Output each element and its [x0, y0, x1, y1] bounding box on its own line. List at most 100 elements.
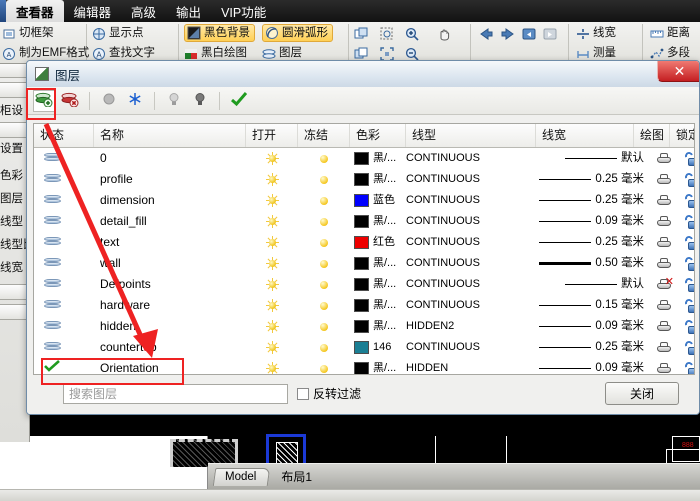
- cell-lock[interactable]: [678, 253, 695, 274]
- column-header-0[interactable]: 状态: [34, 124, 94, 147]
- printer-icon[interactable]: [657, 153, 671, 165]
- cell-plot[interactable]: ✕: [650, 274, 678, 295]
- sun-thaw-icon[interactable]: [318, 299, 331, 312]
- cell-freeze[interactable]: [298, 148, 350, 169]
- cell-plot[interactable]: [650, 316, 678, 337]
- printer-icon[interactable]: [657, 321, 671, 333]
- cell-on[interactable]: [246, 316, 298, 337]
- ribbon-button-pan-hand[interactable]: [437, 24, 451, 43]
- menu-item-1[interactable]: 编辑器: [64, 0, 122, 22]
- cell-lock[interactable]: [678, 358, 695, 375]
- sun-thaw-icon[interactable]: [318, 173, 331, 186]
- cell-linetype[interactable]: CONTINUOUS: [406, 295, 536, 316]
- cell-lineweight[interactable]: 0.25 毫米: [536, 337, 648, 358]
- table-row[interactable]: hidden黑/...HIDDEN20.09 毫米: [34, 316, 695, 337]
- cell-plot[interactable]: [650, 211, 678, 232]
- lock-open-icon[interactable]: [684, 299, 695, 313]
- lock-open-icon[interactable]: [684, 236, 695, 250]
- cell-on[interactable]: [246, 190, 298, 211]
- cell-plot[interactable]: [650, 148, 678, 169]
- cell-freeze[interactable]: [298, 169, 350, 190]
- ribbon-button-lineweight[interactable]: 线宽: [576, 24, 616, 43]
- cell-lineweight[interactable]: 0.25 毫米: [536, 232, 648, 253]
- cell-status[interactable]: [44, 295, 94, 316]
- lock-open-icon[interactable]: [684, 152, 695, 166]
- ribbon-button-arrow-left[interactable]: [478, 24, 492, 43]
- menu-item-4[interactable]: VIP功能: [211, 0, 276, 22]
- cell-color[interactable]: 蓝色: [350, 190, 406, 211]
- table-row[interactable]: 0黑/...CONTINUOUS默认: [34, 148, 695, 169]
- printer-icon[interactable]: [657, 195, 671, 207]
- sun-thaw-icon[interactable]: [318, 257, 331, 270]
- off-all-button[interactable]: [163, 90, 185, 112]
- cell-status[interactable]: [44, 211, 94, 232]
- ribbon-button-arrow-right[interactable]: [500, 24, 514, 43]
- invert-filter-checkbox[interactable]: [297, 388, 309, 400]
- tab-layout1[interactable]: 布局1: [281, 468, 312, 485]
- ribbon-button-smooth-arc[interactable]: 圆滑弧形: [262, 24, 333, 42]
- cell-lock[interactable]: [678, 190, 695, 211]
- cell-freeze[interactable]: [298, 253, 350, 274]
- bulb-on-icon[interactable]: [266, 236, 279, 249]
- printer-icon[interactable]: [657, 237, 671, 249]
- table-row[interactable]: wall黑/...CONTINUOUS0.50 毫米: [34, 253, 695, 274]
- cell-layer-name[interactable]: Orientation: [94, 358, 246, 375]
- printer-icon[interactable]: [657, 174, 671, 186]
- ribbon-button-window-copy[interactable]: [354, 24, 368, 43]
- cell-layer-name[interactable]: dimension: [94, 190, 246, 211]
- cell-plot[interactable]: [650, 295, 678, 316]
- color-swatch[interactable]: [354, 194, 369, 207]
- menu-item-0[interactable]: 查看器: [6, 0, 64, 22]
- sun-thaw-icon[interactable]: [318, 362, 331, 375]
- table-row[interactable]: text红色CONTINUOUS0.25 毫米: [34, 232, 695, 253]
- lock-open-icon[interactable]: [684, 320, 695, 334]
- cell-color[interactable]: 黑/...: [350, 358, 406, 375]
- cell-lineweight[interactable]: 0.09 毫米: [536, 316, 648, 337]
- freeze-all-button[interactable]: [98, 90, 120, 112]
- lock-open-icon[interactable]: [684, 362, 695, 376]
- cell-color[interactable]: 黑/...: [350, 211, 406, 232]
- search-input[interactable]: 搜索图层: [63, 384, 288, 404]
- cell-color[interactable]: 黑/...: [350, 148, 406, 169]
- cell-on[interactable]: [246, 169, 298, 190]
- printer-icon[interactable]: [657, 300, 671, 312]
- cell-layer-name[interactable]: profile: [94, 169, 246, 190]
- cell-lock[interactable]: [678, 295, 695, 316]
- cell-linetype[interactable]: CONTINUOUS: [406, 253, 536, 274]
- cell-linetype[interactable]: CONTINUOUS: [406, 274, 536, 295]
- cell-lock[interactable]: [678, 274, 695, 295]
- printer-icon[interactable]: [657, 258, 671, 270]
- cell-lock[interactable]: [678, 232, 695, 253]
- close-button[interactable]: 关闭: [605, 382, 679, 405]
- cell-lineweight[interactable]: 0.50 毫米: [536, 253, 648, 274]
- ribbon-button-undo-view[interactable]: [522, 24, 536, 43]
- color-swatch[interactable]: [354, 173, 369, 186]
- cell-plot[interactable]: [650, 190, 678, 211]
- cell-linetype[interactable]: HIDDEN2: [406, 316, 536, 337]
- cell-on[interactable]: [246, 253, 298, 274]
- color-swatch[interactable]: [354, 236, 369, 249]
- bulb-on-icon[interactable]: [266, 173, 279, 186]
- column-header-1[interactable]: 名称: [94, 124, 246, 147]
- table-row[interactable]: Orientation黑/...HIDDEN0.09 毫米: [34, 358, 695, 375]
- table-row[interactable]: hardware黑/...CONTINUOUS0.15 毫米: [34, 295, 695, 316]
- cell-color[interactable]: 黑/...: [350, 316, 406, 337]
- cell-freeze[interactable]: [298, 211, 350, 232]
- cell-lineweight[interactable]: 0.25 毫米: [536, 169, 648, 190]
- cell-lock[interactable]: [678, 337, 695, 358]
- bulb-on-icon[interactable]: [266, 194, 279, 207]
- cell-status[interactable]: [44, 253, 94, 274]
- cell-lineweight[interactable]: 0.15 毫米: [536, 295, 648, 316]
- cell-linetype[interactable]: CONTINUOUS: [406, 337, 536, 358]
- cell-layer-name[interactable]: wall: [94, 253, 246, 274]
- cell-linetype[interactable]: CONTINUOUS: [406, 169, 536, 190]
- bulb-on-icon[interactable]: [266, 278, 279, 291]
- cell-lineweight[interactable]: 0.09 毫米: [536, 211, 648, 232]
- cell-freeze[interactable]: [298, 295, 350, 316]
- lock-open-icon[interactable]: [684, 257, 695, 271]
- column-header-7[interactable]: 绘图: [634, 124, 670, 147]
- cell-on[interactable]: [246, 211, 298, 232]
- cell-color[interactable]: 黑/...: [350, 169, 406, 190]
- column-header-8[interactable]: 锁定: [670, 124, 695, 147]
- printer-off-icon[interactable]: ✕: [657, 279, 671, 291]
